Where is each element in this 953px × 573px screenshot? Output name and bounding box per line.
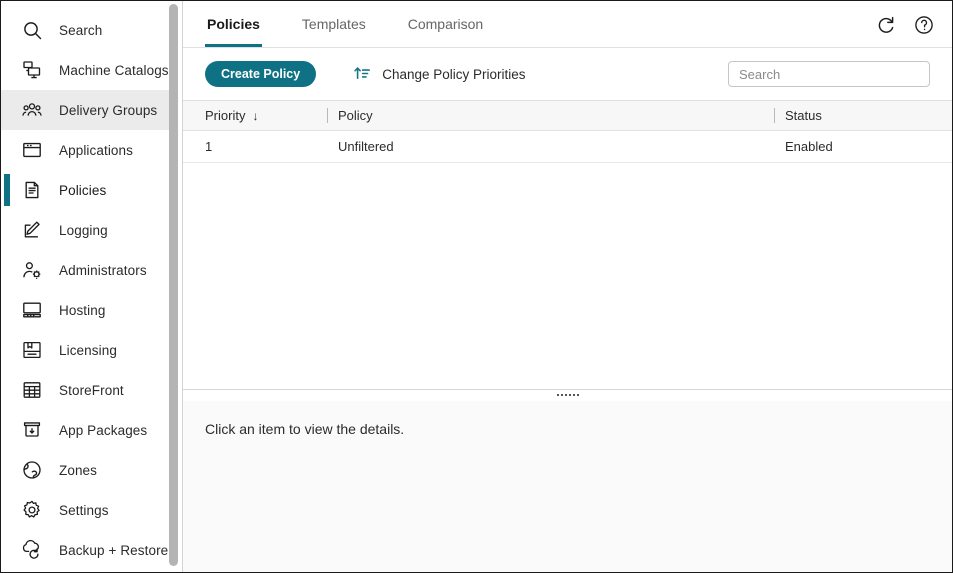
panel-splitter[interactable] — [183, 389, 952, 401]
change-policy-priorities-label: Change Policy Priorities — [382, 66, 526, 82]
sidebar-scrollbar-thumb[interactable] — [169, 4, 178, 566]
table-body: 1 Unfiltered Enabled — [183, 131, 952, 163]
tab-templates-label: Templates — [301, 16, 366, 32]
settings-icon — [19, 497, 45, 523]
sidebar-item-licensing[interactable]: Licensing — [1, 330, 169, 370]
sidebar-item-administrators[interactable]: Administrators — [1, 250, 169, 290]
app-packages-icon — [19, 417, 45, 443]
sidebar-item-app-packages[interactable]: App Packages — [1, 410, 169, 450]
sidebar-item-hosting[interactable]: Hosting — [1, 290, 169, 330]
sidebar-item-delivery-groups[interactable]: Delivery Groups — [1, 90, 169, 130]
sidebar-item-label: StoreFront — [59, 382, 124, 398]
toolbar: Create Policy Change Policy Priorities — [183, 48, 952, 101]
main-content: Policies Templates Comparison Create Pol… — [183, 1, 952, 572]
sidebar-item-label: Hosting — [59, 302, 106, 318]
refresh-icon[interactable] — [874, 13, 898, 37]
sidebar-item-label: Backup + Restore — [59, 542, 169, 558]
sidebar-item-logging[interactable]: Logging — [1, 210, 169, 250]
sidebar-item-label: Zones — [59, 462, 98, 478]
column-header-status[interactable]: Status — [774, 101, 952, 131]
machine-catalogs-icon — [19, 57, 45, 83]
hosting-icon — [19, 297, 45, 323]
search-icon — [19, 17, 45, 43]
detail-empty-message: Click an item to view the details. — [205, 421, 405, 437]
cell-priority: 1 — [205, 139, 213, 154]
detail-pane: Click an item to view the details. — [183, 401, 952, 572]
column-header-status-label: Status — [785, 108, 822, 123]
sidebar-item-label: Applications — [59, 142, 133, 158]
column-header-priority-label: Priority — [205, 108, 246, 123]
backup-restore-icon — [19, 537, 45, 563]
sidebar-item-label: Licensing — [59, 342, 117, 358]
policies-icon — [19, 177, 45, 203]
sidebar-item-label: Machine Catalogs — [59, 62, 169, 78]
sidebar-scrollbar[interactable] — [169, 1, 178, 572]
sidebar: Search Machine Catalogs Delivery Groups App… — [1, 1, 183, 572]
sidebar-item-search[interactable]: Search — [1, 10, 169, 50]
sidebar-item-label: Administrators — [59, 262, 147, 278]
tab-comparison-label: Comparison — [407, 16, 484, 32]
sidebar-item-machine-catalogs[interactable]: Machine Catalogs — [1, 50, 169, 90]
sidebar-item-settings[interactable]: Settings — [1, 490, 169, 530]
sidebar-item-label: Policies — [59, 182, 107, 198]
policies-table: Priority ↓ Policy Status 1 Unfiltered En… — [183, 101, 952, 389]
sidebar-item-label: Logging — [59, 222, 108, 238]
citrix-studio-window: Search Machine Catalogs Delivery Groups App… — [0, 0, 953, 573]
tab-templates[interactable]: Templates — [300, 1, 368, 47]
sidebar-item-policies[interactable]: Policies — [1, 170, 169, 210]
column-header-policy-label: Policy — [338, 108, 373, 123]
sort-descending-icon: ↓ — [252, 108, 259, 123]
table-row[interactable]: 1 Unfiltered Enabled — [183, 131, 952, 163]
licensing-icon — [19, 337, 45, 363]
change-policy-priorities-button[interactable]: Change Policy Priorities — [352, 64, 526, 84]
sidebar-item-storefront[interactable]: StoreFront — [1, 370, 169, 410]
tab-comparison[interactable]: Comparison — [406, 1, 485, 47]
logging-icon — [19, 217, 45, 243]
sidebar-item-label: Delivery Groups — [59, 102, 158, 118]
administrators-icon — [19, 257, 45, 283]
tab-strip: Policies Templates Comparison — [183, 1, 952, 48]
header-actions — [874, 13, 936, 37]
tab-policies[interactable]: Policies — [205, 1, 262, 47]
zones-icon — [19, 457, 45, 483]
create-policy-button[interactable]: Create Policy — [205, 61, 317, 87]
column-divider — [774, 107, 775, 123]
sidebar-item-backup-restore[interactable]: Backup + Restore — [1, 530, 169, 570]
splitter-grip-icon — [556, 394, 579, 396]
tab-policies-label: Policies — [207, 16, 260, 32]
sidebar-item-label: App Packages — [59, 422, 148, 438]
sidebar-item-zones[interactable]: Zones — [1, 450, 169, 490]
sidebar-nav-list: Search Machine Catalogs Delivery Groups App… — [1, 10, 169, 570]
sidebar-item-label: Settings — [59, 502, 109, 518]
storefront-icon — [19, 377, 45, 403]
cell-policy: Unfiltered — [338, 139, 394, 154]
search-input[interactable] — [728, 61, 930, 87]
cell-status: Enabled — [785, 139, 833, 154]
active-indicator — [4, 174, 10, 206]
column-header-policy[interactable]: Policy — [327, 101, 785, 131]
sidebar-item-applications[interactable]: Applications — [1, 130, 169, 170]
applications-icon — [19, 137, 45, 163]
column-divider — [327, 107, 328, 123]
delivery-groups-icon — [19, 97, 45, 123]
sort-ascending-icon — [352, 64, 372, 84]
table-header-row: Priority ↓ Policy Status — [183, 101, 952, 131]
sidebar-item-label: Search — [59, 22, 103, 38]
help-icon[interactable] — [912, 13, 936, 37]
column-header-priority[interactable]: Priority ↓ — [183, 101, 338, 131]
